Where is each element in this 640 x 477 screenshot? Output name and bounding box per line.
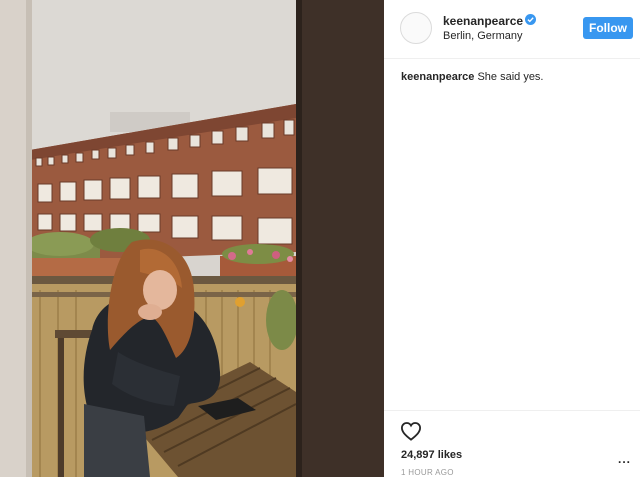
caption-text: She said yes. — [477, 71, 544, 83]
heart-outline-icon[interactable] — [400, 421, 422, 441]
post-timestamp: 1 HOUR AGO — [401, 468, 454, 477]
post-location[interactable]: Berlin, Germany — [443, 30, 522, 42]
more-options-icon[interactable]: ... — [618, 452, 631, 466]
actions-divider — [384, 410, 640, 411]
instagram-post: keenanpearce Berlin, Germany Follow keen… — [0, 0, 640, 477]
author-username[interactable]: keenanpearce — [443, 14, 523, 28]
follow-button[interactable]: Follow — [583, 17, 633, 39]
verified-badge-icon — [525, 14, 536, 25]
likes-count[interactable]: 24,897 likes — [401, 449, 462, 461]
photo-illustration — [0, 0, 384, 477]
caption-username[interactable]: keenanpearce — [401, 71, 474, 83]
post-sidebar: keenanpearce Berlin, Germany Follow keen… — [384, 0, 640, 477]
post-header: keenanpearce Berlin, Germany Follow — [384, 0, 640, 59]
post-photo[interactable] — [0, 0, 384, 477]
avatar[interactable] — [400, 12, 432, 44]
post-caption: keenanpearce She said yes. — [401, 71, 544, 83]
